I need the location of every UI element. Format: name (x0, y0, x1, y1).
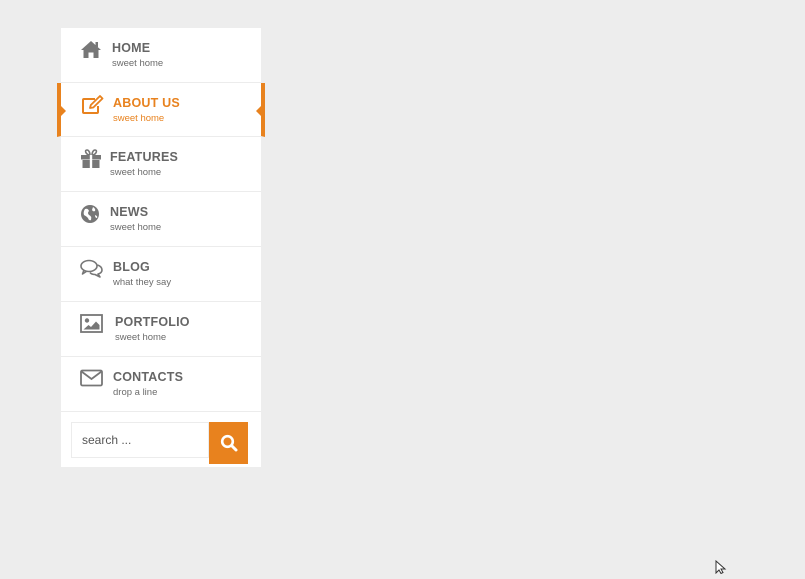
side-menu: HOME sweet home ABOUT US sweet home FEAT… (57, 28, 265, 467)
menu-item-subtitle: sweet home (113, 113, 165, 124)
menu-item-subtitle: sweet home (110, 222, 162, 233)
globe-icon (80, 204, 104, 226)
menu-item-about-us[interactable]: ABOUT US sweet home (57, 83, 265, 137)
envelope-icon (80, 369, 104, 391)
menu-item-subtitle: what they say (113, 277, 172, 288)
menu-item-title: PORTFOLIO (115, 315, 190, 329)
menu-item-title: FEATURES (110, 150, 179, 164)
menu-item-title: HOME (112, 41, 151, 55)
menu-item-news[interactable]: NEWS sweet home (61, 192, 261, 247)
menu-item-subtitle: sweet home (115, 332, 167, 343)
menu-item-title: NEWS (110, 205, 149, 219)
menu-item-home[interactable]: HOME sweet home (61, 28, 261, 83)
menu-item-subtitle: sweet home (110, 167, 162, 178)
home-icon (80, 40, 104, 62)
edit-icon (81, 95, 105, 117)
menu-item-title: CONTACTS (113, 370, 184, 384)
image-icon (80, 314, 104, 336)
active-marker-right (256, 106, 261, 116)
active-marker-left (61, 106, 66, 116)
menu-item-subtitle: drop a line (113, 387, 158, 398)
search-icon (209, 434, 248, 452)
search-input[interactable] (71, 422, 209, 458)
menu-item-portfolio[interactable]: PORTFOLIO sweet home (61, 302, 261, 357)
menu-item-features[interactable]: FEATURES sweet home (61, 137, 261, 192)
mouse-cursor (715, 559, 727, 579)
menu-item-title: BLOG (113, 260, 150, 274)
menu-item-subtitle: sweet home (112, 58, 164, 69)
comments-icon (80, 259, 104, 281)
menu-item-blog[interactable]: BLOG what they say (61, 247, 261, 302)
search-bar (61, 412, 261, 467)
menu-item-contacts[interactable]: CONTACTS drop a line (61, 357, 261, 412)
menu-item-title: ABOUT US (113, 96, 180, 110)
search-button[interactable] (209, 422, 248, 464)
gift-icon (80, 149, 104, 171)
